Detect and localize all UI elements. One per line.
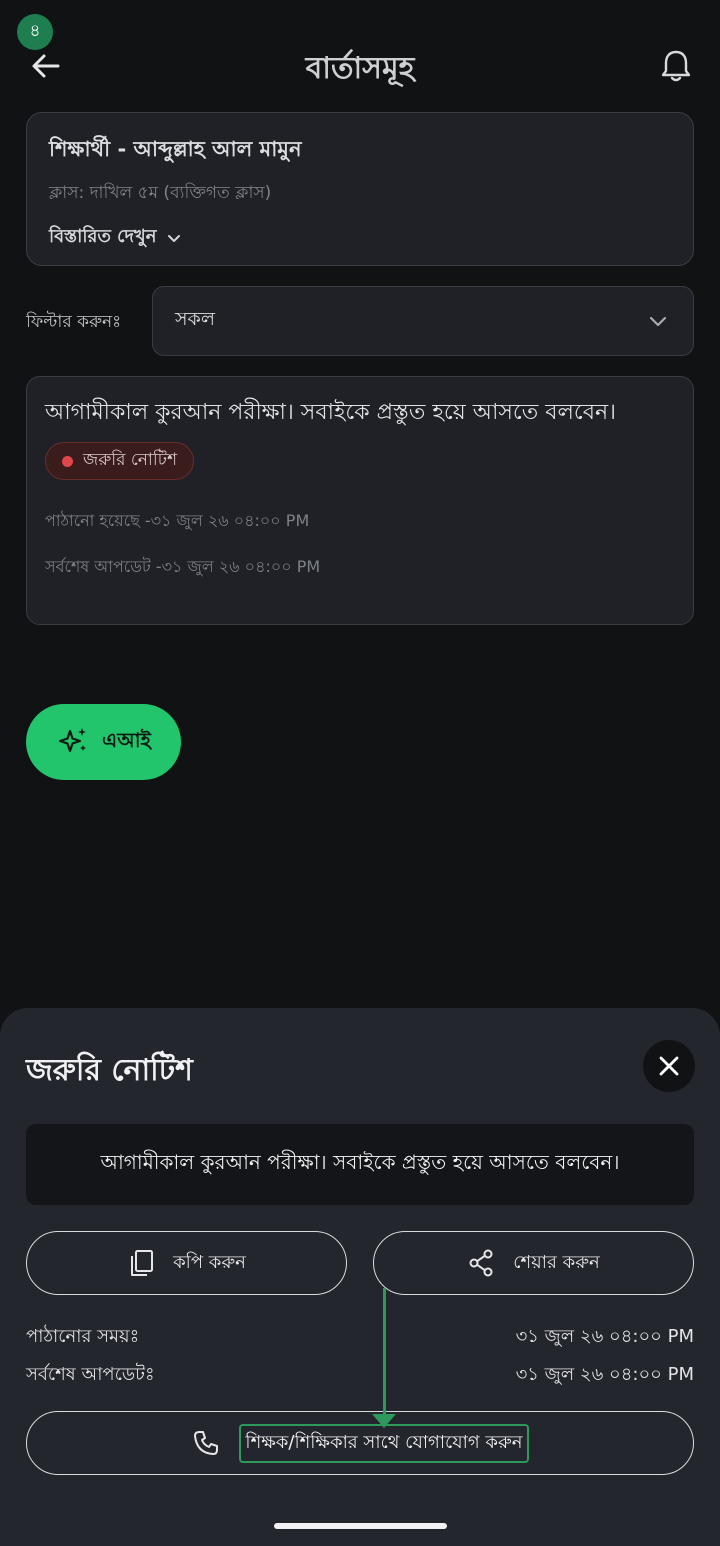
filter-selected-value: সকল (175, 308, 216, 330)
chevron-down-icon (649, 316, 667, 327)
page-title: বার্তাসমূহ (305, 51, 415, 86)
student-class-info: ক্লাস: দাখিল ৫ম (ব্যক্তিগত ক্লাস) (49, 183, 272, 203)
message-sent-time: পাঠানো হয়েছে -৩১ জুল ২৬ ০৪:০০ PM (45, 511, 310, 530)
message-card[interactable]: আগামীকাল কুরআন পরীক্ষা। সবাইকে প্রস্তুত … (26, 376, 694, 625)
sheet-message-text: আগামীকাল কুরআন পরীক্ষা। সবাইকে প্রস্তুত … (26, 1124, 694, 1205)
ai-assistant-button[interactable]: এআই (26, 704, 181, 780)
urgent-notice-label: জরুরি নোটিশ (83, 450, 178, 470)
updated-time-row: সর্বশেষ আপডেটঃ ৩১ জুল ২৬ ০৪:০০ PM (26, 1360, 694, 1391)
view-details-label: বিস্তারিত দেখুন (49, 226, 157, 247)
student-info-card: শিক্ষার্থী - আব্দুল্লাহ আল মামুন ক্লাস: … (26, 112, 694, 266)
home-indicator[interactable] (274, 1523, 447, 1529)
close-icon (659, 1056, 679, 1076)
phone-icon (194, 1431, 219, 1455)
view-details-toggle[interactable]: বিস্তারিত দেখুন (49, 222, 671, 253)
close-button[interactable] (643, 1040, 695, 1092)
sent-time-label: পাঠানোর সময়ঃ (26, 1326, 140, 1347)
chevron-down-icon (168, 234, 181, 242)
urgent-notice-tag: জরুরি নোটিশ (45, 442, 195, 480)
bell-icon (661, 50, 691, 82)
contact-teacher-label: শিক্ষক/শিক্ষিকার সাথে যোগাযোগ করুন (239, 1423, 529, 1463)
notifications-button[interactable] (656, 46, 696, 86)
sparkle-icon (58, 728, 87, 753)
updated-time-value: ৩১ জুল ২৬ ০৪:০০ PM (515, 1364, 694, 1385)
copy-button[interactable]: কপি করুন (26, 1231, 347, 1295)
copy-icon (131, 1250, 154, 1276)
share-button[interactable]: শেয়ার করুন (373, 1231, 694, 1295)
student-name: শিক্ষার্থী - আব্দুল্লাহ আল মামুন (49, 137, 302, 161)
copy-button-label: কপি করুন (173, 1251, 246, 1273)
message-text: আগামীকাল কুরআন পরীক্ষা। সবাইকে প্রস্তুত … (45, 400, 616, 425)
filter-label: ফিল্টার করুনঃ (26, 312, 122, 332)
status-dot-icon (62, 455, 73, 467)
filter-dropdown[interactable]: সকল (152, 286, 694, 356)
sent-time-row: পাঠানোর সময়ঃ ৩১ জুল ২৬ ০৪:০০ PM (26, 1322, 694, 1353)
annotation-arrow-line (383, 1288, 386, 1418)
notice-bottom-sheet: জরুরি নোটিশ আগামীকাল কুরআন পরীক্ষা। সবাই… (0, 1008, 720, 1546)
sent-time-value: ৩১ জুল ২৬ ০৪:০০ PM (515, 1326, 694, 1347)
sheet-title: জরুরি নোটিশ (26, 1053, 193, 1088)
message-updated-time: সর্বশেষ আপডেট -৩১ জুল ২৬ ০৪:০০ PM (45, 557, 321, 576)
share-button-label: শেয়ার করুন (513, 1251, 600, 1273)
share-icon (469, 1249, 493, 1277)
updated-time-label: সর্বশেষ আপডেটঃ (26, 1364, 155, 1385)
annotation-arrow-head (372, 1414, 396, 1428)
ai-button-label: এআই (102, 727, 151, 752)
contact-teacher-button[interactable]: শিক্ষক/শিক্ষিকার সাথে যোগাযোগ করুন (26, 1411, 694, 1475)
